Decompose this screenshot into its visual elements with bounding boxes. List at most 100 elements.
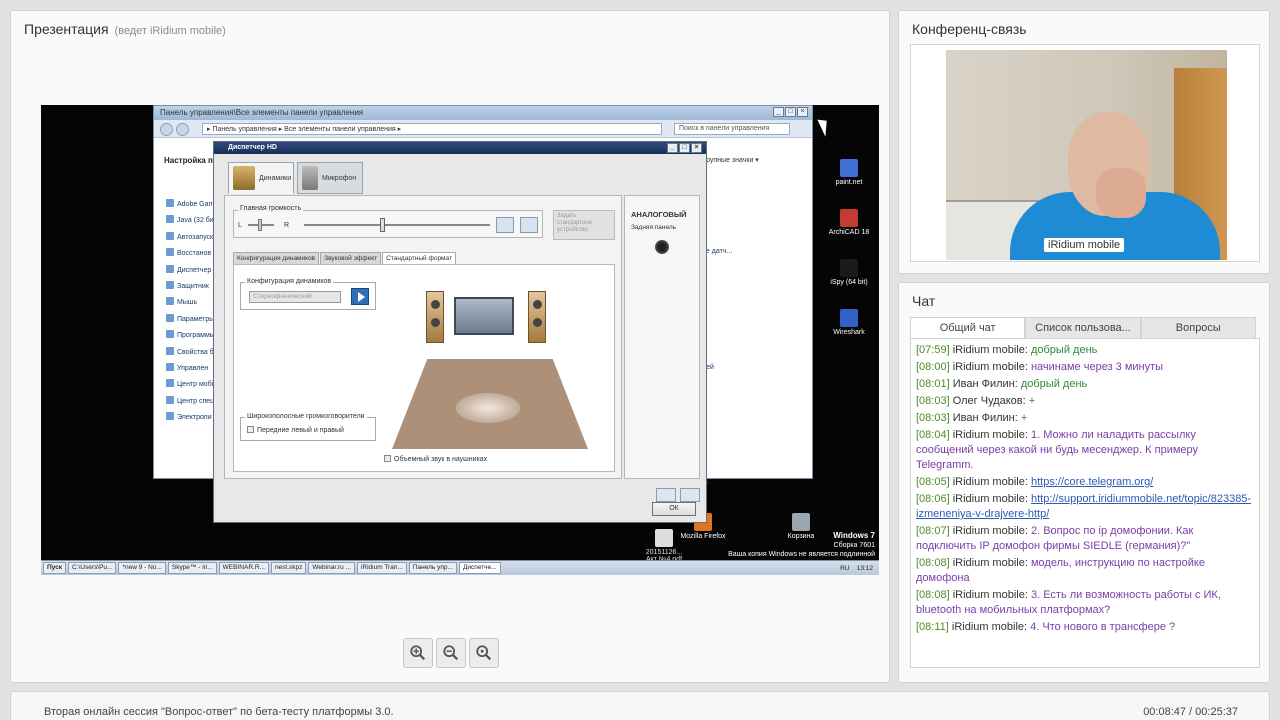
taskbar-item[interactable]: nest.skpz xyxy=(270,562,307,574)
zoom-out-button[interactable] xyxy=(436,638,466,668)
balance-slider-thumb[interactable] xyxy=(258,219,262,231)
volume-slider-track xyxy=(304,224,490,226)
analog-label: АНАЛОГОВЫЙ xyxy=(631,210,687,219)
control-panel-search-input[interactable]: Поиск в панели управления xyxy=(674,123,790,135)
app-icon xyxy=(840,259,858,277)
close-icon[interactable]: × xyxy=(691,143,702,153)
message-time: [08:07] xyxy=(916,525,950,537)
control-panel-item[interactable]: Свойства б xyxy=(166,346,215,362)
microphone-icon xyxy=(302,166,318,190)
chat-message: [08:01] Иван Филин: добрый день xyxy=(916,377,1254,392)
taskbar-item[interactable]: Skype™ - iri... xyxy=(167,562,217,574)
control-panel-item[interactable]: Adobe Gam xyxy=(166,198,215,214)
tab-speakers[interactable]: Динамики xyxy=(228,162,294,194)
taskbar-item[interactable]: *new 9 - No... xyxy=(118,562,166,574)
speaker-config-select[interactable]: Стереофонический xyxy=(249,291,341,303)
headphone-surround-checkbox[interactable]: Объемный звук в наушниках xyxy=(384,455,487,463)
left-speaker-icon[interactable] xyxy=(426,291,444,343)
desktop-pdf-file[interactable]: 20151126... Акт №4.pdf xyxy=(629,529,699,563)
minimize-icon[interactable]: _ xyxy=(667,143,678,153)
tab-questions[interactable]: Вопросы xyxy=(1140,317,1256,339)
webcam-video[interactable]: iRidium mobile xyxy=(946,50,1227,260)
tab-microphone[interactable]: Микрофон xyxy=(297,162,363,194)
back-icon[interactable] xyxy=(160,123,173,136)
presentation-title-text: Презентация xyxy=(24,21,109,37)
speaker-volume-icon[interactable] xyxy=(496,217,514,233)
view-mode-selector[interactable]: Крупные значки ▾ xyxy=(702,156,759,164)
clock[interactable]: 13:12 xyxy=(857,565,873,572)
desktop-shortcut[interactable]: Wireshark xyxy=(817,309,879,336)
desktop-shortcut[interactable]: ArchiCAD 18 xyxy=(817,209,879,236)
app-icon xyxy=(792,513,810,531)
control-panel-item[interactable]: Центр спец xyxy=(166,395,215,411)
set-default-device-select[interactable]: Задать стандартное устройство xyxy=(553,210,615,240)
listener-spot xyxy=(456,393,520,423)
zoom-in-button[interactable] xyxy=(403,638,433,668)
message-author: Иван Филин: xyxy=(952,378,1018,390)
zoom-out-icon xyxy=(443,645,459,661)
taskbar-item[interactable]: WEBINAR.R... xyxy=(218,562,269,574)
desktop-shortcut-label: ArchiCAD 18 xyxy=(828,229,870,236)
tab-user-list[interactable]: Список пользова... xyxy=(1025,317,1141,339)
play-test-button[interactable] xyxy=(351,288,369,305)
control-panel-item[interactable]: Диспетчер xyxy=(166,264,215,280)
tab-general-chat[interactable]: Общий чат xyxy=(910,317,1026,339)
forward-icon[interactable] xyxy=(176,123,189,136)
ok-button[interactable]: ОК xyxy=(652,502,696,516)
fullrange-label: Широкополосные громкоговорители xyxy=(245,413,367,420)
control-panel-item[interactable]: Восстанов xyxy=(166,247,215,263)
message-author: iRidium mobile: xyxy=(952,476,1028,488)
message-time: [08:00] xyxy=(916,361,950,373)
pdf-icon xyxy=(655,529,673,547)
right-speaker-icon[interactable] xyxy=(528,291,546,343)
front-lr-checkbox[interactable]: Передние левый и правый xyxy=(247,426,344,434)
control-panel-item[interactable]: Автозапуск xyxy=(166,231,215,247)
headphone-surround-label: Объемный звук в наушниках xyxy=(394,456,488,463)
taskbar-item[interactable]: Панель упр... xyxy=(408,562,457,574)
message-time: [08:11] xyxy=(916,621,949,633)
volume-slider-thumb[interactable] xyxy=(380,218,385,232)
main-volume-group: Главная громкость L R xyxy=(233,205,543,238)
maximize-icon[interactable]: □ xyxy=(785,107,796,117)
minimize-icon[interactable]: _ xyxy=(773,107,784,117)
audio-jack-icon[interactable] xyxy=(655,240,669,254)
message-author: iRidium mobile: xyxy=(952,344,1028,356)
taskbar-item[interactable]: iRidium Tran... xyxy=(356,562,407,574)
control-panel-item[interactable]: Защитник xyxy=(166,280,215,296)
windows-name: Windows 7 xyxy=(833,531,875,540)
zoom-reset-button[interactable] xyxy=(469,638,499,668)
conference-panel: Конференц-связь iRidium mobile xyxy=(898,10,1270,274)
control-panel-item[interactable]: Центр мобі xyxy=(166,378,215,394)
taskbar-items: C:\Users\Pu... *new 9 - No... Skype™ - iri… xyxy=(68,562,501,574)
mute-icon[interactable] xyxy=(520,217,538,233)
taskbar-item[interactable]: Webinar.ru ... xyxy=(308,562,355,574)
control-panel-item[interactable]: Электропи xyxy=(166,411,215,427)
chat-title: Чат xyxy=(912,293,936,309)
control-panel-item[interactable]: Мышь xyxy=(166,296,215,312)
desktop-shortcut[interactable]: paint.net xyxy=(817,159,879,186)
control-panel-item[interactable]: Управлен xyxy=(166,362,215,378)
taskbar-item[interactable]: C:\Users\Pu... xyxy=(68,562,117,574)
start-button[interactable]: Пуск xyxy=(43,562,66,574)
control-panel-item[interactable]: Параметры xyxy=(166,313,215,329)
desktop-shortcut[interactable]: iSpy (64 bit) xyxy=(817,259,879,286)
taskbar-item[interactable]: Диспетче... xyxy=(458,562,501,574)
address-field[interactable]: ▸ Панель управления ▸ Все элементы панел… xyxy=(202,123,662,135)
speaker-config-panel: Конфигурация динамиков Стереофонический … xyxy=(233,264,615,472)
window-controls: _ □ × xyxy=(773,107,808,117)
control-panel-item[interactable]: Java (32 би xyxy=(166,214,215,230)
monitor-icon xyxy=(454,297,514,335)
close-icon[interactable]: × xyxy=(797,107,808,117)
message-author: Олег Чудаков: xyxy=(952,395,1026,407)
control-panel-item[interactable]: Программы xyxy=(166,329,215,345)
presentation-presenter: (ведет iRidium mobile) xyxy=(114,25,226,37)
message-link[interactable]: https://core.telegram.org/ xyxy=(1031,476,1153,488)
message-author: iRidium mobile: xyxy=(952,525,1028,537)
control-panel-title: Панель управления\Все элементы панели уп… xyxy=(160,108,364,117)
front-lr-label: Передние левый и правый xyxy=(257,427,344,434)
restore-icon[interactable]: □ xyxy=(679,143,690,153)
info-icon[interactable] xyxy=(656,488,676,502)
settings-icon[interactable] xyxy=(680,488,700,502)
language-indicator[interactable]: RU xyxy=(840,565,849,572)
message-text: добрый день xyxy=(1020,378,1088,390)
